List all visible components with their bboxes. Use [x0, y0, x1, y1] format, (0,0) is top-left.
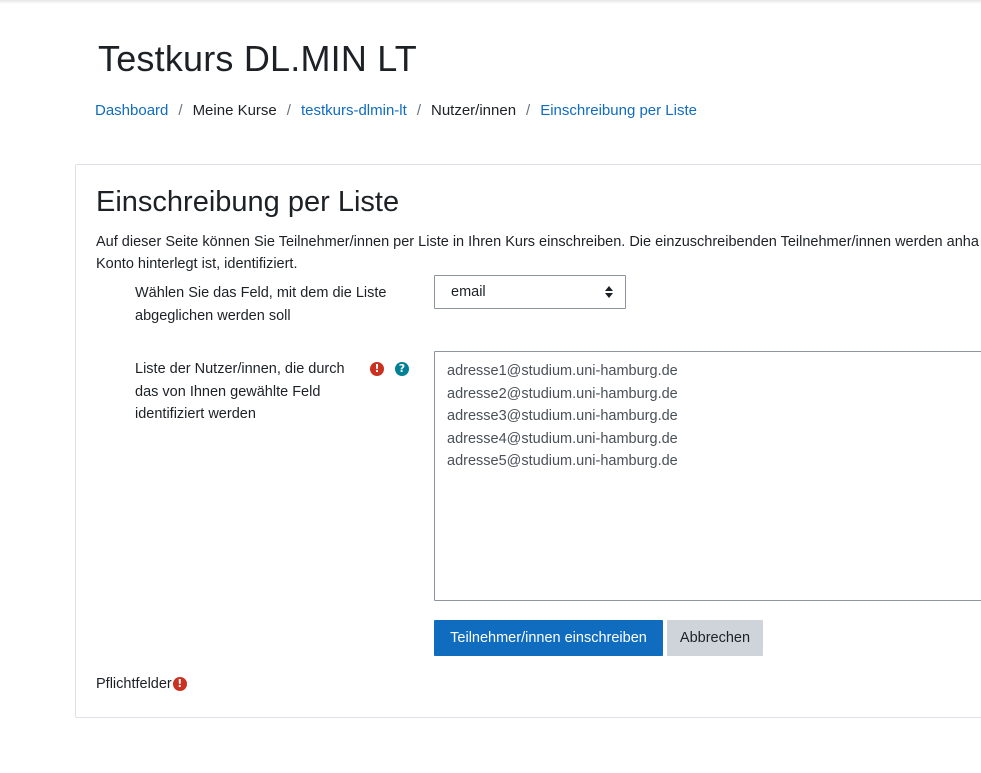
breadcrumb-users: Nutzer/innen — [430, 102, 517, 119]
breadcrumb-list-enrolment[interactable]: Einschreibung per Liste — [540, 102, 697, 119]
list-entry: adresse3@studium.uni-hamburg.de — [447, 408, 678, 424]
label-line: Wählen Sie das Feld, mit dem die Liste — [135, 285, 387, 301]
user-list-label: Liste der Nutzer/innen, die durch das vo… — [135, 358, 345, 426]
breadcrumb-separator: / — [286, 102, 291, 119]
label-line: Liste der Nutzer/innen, die durch — [135, 361, 345, 377]
list-entry: adresse4@studium.uni-hamburg.de — [447, 430, 678, 447]
enrol-users-button[interactable]: Teilnehmer/innen einschreiben — [434, 620, 663, 656]
description-line: Auf dieser Seite können Sie Teilnehmer/i… — [96, 234, 979, 250]
select-arrows-icon — [605, 285, 613, 299]
required-fields-label: Pflichtfelder — [96, 676, 172, 692]
breadcrumb-my-courses: Meine Kurse — [192, 102, 277, 119]
description-line: Konto hinterlegt ist, identifiziert. — [96, 256, 298, 272]
form-heading: Einschreibung per Liste — [96, 186, 400, 218]
cancel-button[interactable]: Abbrechen — [667, 620, 763, 656]
user-list-textarea[interactable]: adresse1@studium.uni-hamburg.de adresse2… — [434, 351, 981, 601]
label-line: abgeglichen werden soll — [135, 307, 291, 324]
required-icon: ! — [172, 677, 187, 691]
breadcrumb: Dashboard / Meine Kurse / testkurs-dlmin… — [95, 102, 697, 119]
required-fields-note: Pflichtfelder ! — [96, 674, 187, 694]
breadcrumb-separator: / — [178, 102, 183, 119]
breadcrumb-course[interactable]: testkurs-dlmin-lt — [301, 102, 407, 119]
match-field-label: Wählen Sie das Feld, mit dem die Liste a… — [135, 282, 386, 327]
list-entry: adresse1@studium.uni-hamburg.de — [447, 363, 678, 379]
help-icon[interactable]: ? — [395, 362, 409, 376]
breadcrumb-separator: / — [416, 102, 421, 119]
select-value: email — [451, 284, 486, 300]
label-line: identifiziert werden — [135, 406, 256, 422]
required-icon: ! — [370, 362, 384, 376]
breadcrumb-dashboard[interactable]: Dashboard — [95, 102, 168, 119]
top-shadow — [0, 0, 981, 4]
form-description: Auf dieser Seite können Sie Teilnehmer/i… — [96, 231, 981, 275]
match-field-select[interactable]: email — [434, 275, 626, 309]
label-line: das von Ihnen gewählte Feld — [135, 383, 321, 400]
list-entry: adresse5@studium.uni-hamburg.de — [447, 453, 678, 469]
breadcrumb-separator: / — [526, 102, 531, 119]
list-entry: adresse2@studium.uni-hamburg.de — [447, 385, 678, 402]
page-title: Testkurs DL.MIN LT — [98, 38, 417, 79]
